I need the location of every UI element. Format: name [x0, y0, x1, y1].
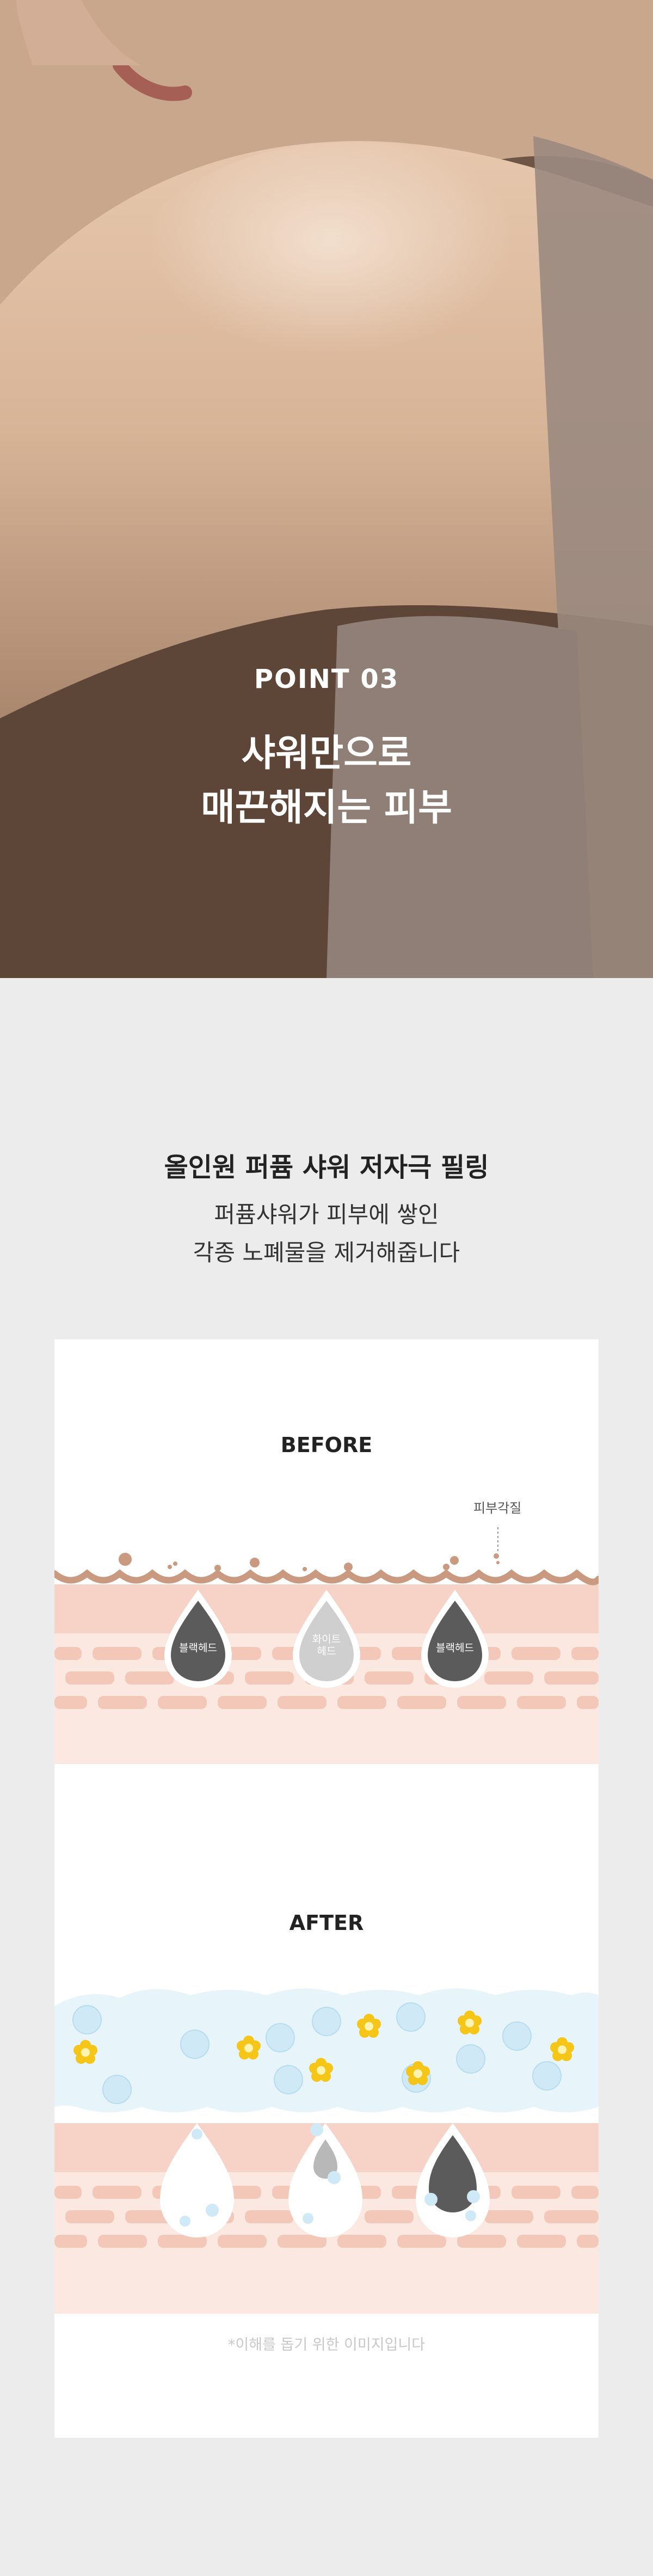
- before-after-diagram: BEFORE 피부각질 블랙헤드 화이트 헤드 블랙헤드 AFTER *이해를 …: [54, 1339, 599, 2438]
- hero-banner: POINT 03 샤워만으로 매끈해지는 피부: [0, 0, 653, 978]
- skin-keratin-label: 피부각질: [473, 1501, 522, 1516]
- peeling-section: 올인원 퍼퓸 샤워 저자극 필링 퍼퓸샤워가 피부에 쌓인 각종 노폐물을 제거…: [0, 978, 653, 2576]
- after-label: AFTER: [289, 1911, 364, 1935]
- headline-line-1: 샤워만으로: [241, 732, 412, 775]
- keratin-layer: [54, 1569, 599, 1585]
- whitehead-label: 화이트 헤드: [299, 1633, 354, 1657]
- keratin-flakes: [119, 1553, 500, 1571]
- headline-line-2: 매끈해지는 피부: [201, 786, 452, 829]
- before-label: BEFORE: [280, 1433, 373, 1457]
- blackhead-label-1: 블랙헤드: [179, 1642, 217, 1654]
- blackhead-label-2: 블랙헤드: [436, 1642, 474, 1654]
- section-description: 퍼퓸샤워가 피부에 쌓인 각종 노폐물을 제거해줍니다: [0, 1196, 653, 1272]
- point-label: POINT 03: [254, 664, 399, 694]
- whitehead-label-line-2: 헤드: [317, 1645, 336, 1657]
- whitehead-label-line-1: 화이트: [312, 1633, 341, 1645]
- description-line-1: 퍼퓸샤워가 피부에 쌓인: [214, 1201, 439, 1228]
- disclaimer-note: *이해를 돕기 위한 이미지입니다: [227, 2337, 426, 2353]
- description-line-2: 각종 노폐물을 제거해줍니다: [193, 1239, 460, 1266]
- section-title: 올인원 퍼퓸 샤워 저자극 필링: [164, 1152, 489, 1183]
- hero-headline: 샤워만으로 매끈해지는 피부: [0, 727, 653, 835]
